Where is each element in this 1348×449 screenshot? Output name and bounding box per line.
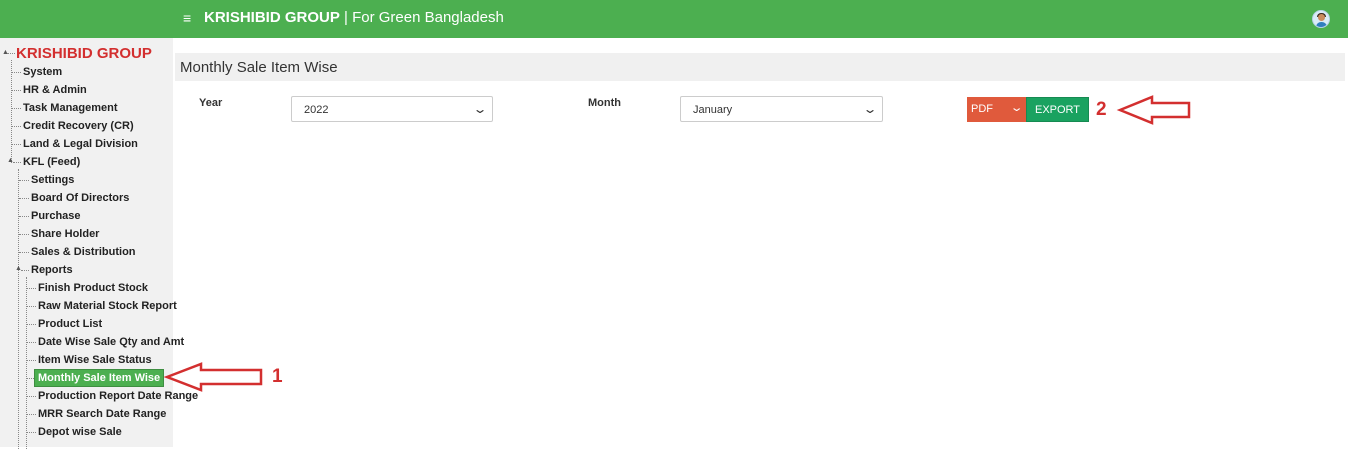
tree-root[interactable]: KRISHIBID GROUP bbox=[16, 45, 152, 62]
annotation-marker-2: 2 bbox=[1096, 99, 1107, 120]
sidebar-item-share-holder[interactable]: Share Holder bbox=[31, 227, 99, 241]
sidebar-item-sales-distribution[interactable]: Sales & Distribution bbox=[31, 245, 136, 259]
month-value: January bbox=[693, 104, 733, 116]
sidebar-item-settings[interactable]: Settings bbox=[31, 173, 74, 187]
year-label: Year bbox=[199, 97, 223, 109]
page-title: Monthly Sale Item Wise bbox=[180, 59, 338, 76]
sidebar-item-board-of-directors[interactable]: Board Of Directors bbox=[31, 191, 129, 205]
sidebar-item-monthly-sale-item-wise[interactable]: Monthly Sale Item Wise bbox=[34, 369, 165, 387]
sidebar-item-purchase[interactable]: Purchase bbox=[31, 209, 81, 223]
annotation-arrow-2 bbox=[1116, 95, 1191, 125]
chevron-down-icon: ⌄ bbox=[1009, 102, 1024, 114]
month-select[interactable]: January ⌄ bbox=[680, 96, 883, 122]
sidebar-item-product-list[interactable]: Product List bbox=[38, 317, 102, 331]
brand-separator: | bbox=[339, 9, 353, 26]
sidebar-tree: ▲ KRISHIBID GROUP System HR & Admin Task… bbox=[0, 38, 198, 449]
annotation-marker-1: 1 bbox=[272, 366, 283, 387]
brand-name: KRISHIBID GROUP bbox=[204, 9, 340, 26]
sidebar-item-reports[interactable]: Reports bbox=[31, 263, 73, 277]
chevron-down-icon: ⌄ bbox=[472, 102, 488, 116]
sidebar-item-raw-material-stock[interactable]: Raw Material Stock Report bbox=[38, 299, 177, 313]
sidebar-item-kfl-feed[interactable]: KFL (Feed) bbox=[23, 155, 80, 169]
sidebar-item-finish-product-stock[interactable]: Finish Product Stock bbox=[38, 281, 148, 295]
year-select[interactable]: 2022 ⌄ bbox=[291, 96, 493, 122]
page-header: Monthly Sale Item Wise bbox=[175, 53, 1345, 81]
annotation-arrow-1 bbox=[163, 362, 263, 392]
sidebar-item-system[interactable]: System bbox=[23, 65, 62, 79]
year-value: 2022 bbox=[304, 104, 329, 116]
sidebar-item-land-legal[interactable]: Land & Legal Division bbox=[23, 137, 138, 151]
top-navbar: ≡ KRISHIBID GROUP | For Green Bangladesh bbox=[0, 0, 1348, 38]
sidebar-item-credit-recovery[interactable]: Credit Recovery (CR) bbox=[23, 119, 134, 133]
export-format-value: PDF bbox=[971, 103, 993, 115]
sidebar-item-hr-admin[interactable]: HR & Admin bbox=[23, 83, 87, 97]
sidebar-item-task-management[interactable]: Task Management bbox=[23, 101, 118, 115]
brand-title: KRISHIBID GROUP | For Green Bangladesh bbox=[204, 9, 504, 26]
chevron-down-icon: ⌄ bbox=[862, 102, 878, 116]
user-avatar-icon[interactable] bbox=[1312, 10, 1330, 28]
export-button[interactable]: EXPORT bbox=[1026, 97, 1089, 122]
sidebar-item-date-wise-sale[interactable]: Date Wise Sale Qty and Amt bbox=[38, 335, 184, 349]
sidebar-item-item-wise-sale-status[interactable]: Item Wise Sale Status bbox=[38, 353, 152, 367]
brand-tagline: For Green Bangladesh bbox=[352, 9, 504, 26]
sidebar-item-mrr-search[interactable]: MRR Search Date Range bbox=[38, 407, 166, 421]
sidebar-item-depot-wise-sale[interactable]: Depot wise Sale bbox=[38, 425, 122, 439]
export-format-select[interactable]: PDF ⌄ bbox=[967, 97, 1027, 122]
month-label: Month bbox=[588, 97, 621, 109]
hamburger-icon[interactable]: ≡ bbox=[183, 10, 191, 26]
